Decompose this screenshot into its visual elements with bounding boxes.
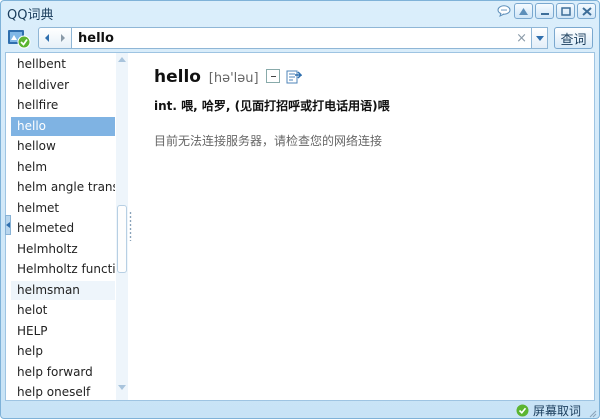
word-list-item[interactable]: helm angle transmitter (11, 178, 115, 197)
toolbar: × 查词 (1, 25, 599, 53)
word-list-item[interactable]: helot (11, 301, 115, 320)
minimize-button[interactable] (535, 3, 554, 19)
word-list-item[interactable]: helm (11, 158, 115, 177)
word-list-item[interactable]: help oneself (11, 383, 115, 400)
title-bar[interactable]: QQ词典 (1, 1, 599, 23)
window-controls (496, 3, 596, 19)
word-list-item[interactable]: hellbent (11, 55, 115, 74)
word-list-item[interactable]: Helmholtz (11, 240, 115, 259)
word-list-item[interactable]: hello (11, 116, 115, 136)
search-input[interactable] (78, 30, 508, 46)
skin-button[interactable] (514, 3, 533, 19)
scroll-down-arrow-icon[interactable] (118, 385, 126, 391)
word-list-item[interactable]: hellfire (11, 96, 115, 115)
word-list-item[interactable]: helmeted (11, 219, 115, 238)
forward-arrow-icon[interactable] (59, 33, 67, 43)
word-list-item[interactable]: helmet (11, 199, 115, 218)
feedback-button[interactable] (496, 3, 512, 19)
resize-grip-icon[interactable] (587, 408, 597, 418)
status-bar: 屏幕取词 (1, 401, 599, 418)
word-list-item[interactable]: help forward (11, 363, 115, 382)
close-button[interactable] (577, 3, 596, 19)
definition-text: int. 喂, 哈罗, (见面打招呼或打电话用语)喂 (154, 99, 390, 113)
phonetic: [hə'ləu] (208, 71, 259, 86)
headword: hello (154, 67, 201, 87)
definition-panel: hello [hə'ləu] int. 喂, 哈罗, (见面打招呼或打电话用语)… (154, 67, 584, 149)
word-list-item[interactable]: helldiver (11, 76, 115, 95)
window-title: QQ词典 (7, 8, 54, 23)
feedback-icon (497, 5, 511, 17)
minimize-icon (540, 12, 549, 15)
scroll-up-arrow-icon[interactable] (118, 56, 126, 62)
skin-icon (519, 7, 528, 15)
maximize-button[interactable] (556, 3, 575, 19)
connection-error-message: 目前无法连接服务器，请检查您的网络连接 (154, 134, 383, 148)
dictionary-logo-icon (8, 30, 31, 49)
word-list-item[interactable]: HELP (11, 322, 115, 341)
maximize-icon (560, 6, 571, 16)
scrollbar-thumb[interactable] (117, 205, 127, 273)
add-to-wordbook-icon[interactable] (286, 69, 303, 84)
dictionary-window: QQ词典 hello × 查词 hellbent helldiver hellf… (0, 0, 600, 419)
screen-word-label: 屏幕取词 (532, 404, 581, 418)
pronounce-button[interactable] (266, 69, 281, 83)
chevron-down-icon (535, 35, 544, 41)
back-arrow-icon[interactable] (43, 33, 51, 43)
chevron-left-icon (6, 222, 10, 228)
clear-icon[interactable]: × (516, 31, 527, 46)
close-icon (581, 6, 592, 16)
check-circle-icon (516, 404, 529, 417)
history-dropdown-button[interactable] (531, 27, 548, 49)
word-list-item[interactable]: help (11, 342, 115, 361)
word-list-item[interactable]: helmsman (11, 280, 115, 300)
search-box: × (72, 27, 532, 49)
word-list-item[interactable]: hellow (11, 137, 115, 156)
history-nav (38, 27, 72, 49)
collapse-panel-button[interactable] (5, 215, 11, 235)
word-list-item[interactable]: Helmholtz function (11, 260, 115, 279)
app-logo[interactable] (7, 27, 31, 49)
lookup-button[interactable]: 查词 (554, 27, 593, 49)
screen-word-toggle[interactable]: 屏幕取词 (516, 402, 581, 418)
word-list[interactable]: hellbent helldiver hellfire hello hellow helm… (7, 53, 116, 400)
splitter-grip[interactable] (129, 211, 132, 241)
word-list-scrollbar[interactable] (116, 53, 128, 400)
content-area: hellbent helldiver hellfire hello hellow helm… (5, 52, 595, 401)
